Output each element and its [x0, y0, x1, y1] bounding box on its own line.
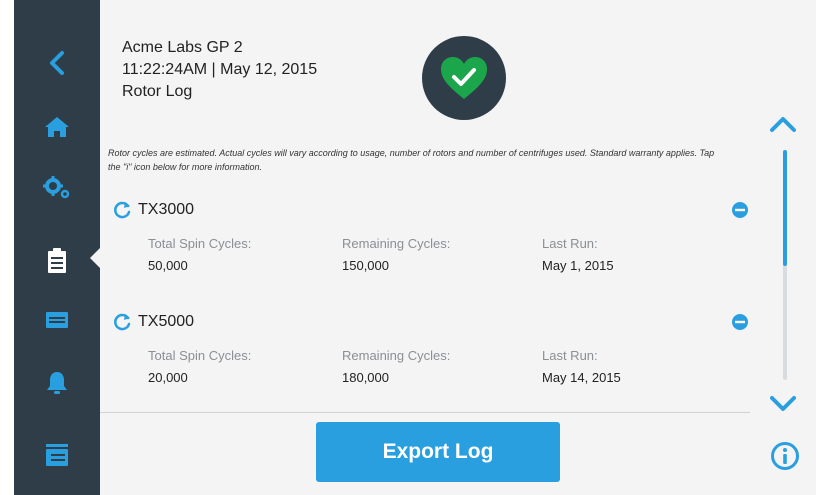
device-name: Acme Labs GP 2 — [122, 39, 243, 56]
remaining-cycles-value: 180,000 — [342, 370, 389, 385]
home-icon — [45, 117, 69, 137]
refresh-icon — [114, 201, 131, 219]
chevron-down-icon — [770, 396, 796, 411]
info-button[interactable] — [770, 441, 800, 471]
back-button[interactable] — [14, 35, 100, 91]
heart-check-icon — [441, 57, 487, 99]
rotor-name: TX5000 — [138, 313, 195, 330]
timestamp: 11:22:24AM | May 12, 2015 — [122, 61, 318, 78]
bell-icon — [47, 372, 67, 394]
left-margin — [0, 0, 14, 495]
device-tray-icon — [46, 312, 68, 328]
sidebar-item-devices[interactable] — [14, 292, 100, 348]
sidebar-item-home[interactable] — [14, 99, 100, 155]
total-cycles-value: 50,000 — [148, 258, 188, 273]
total-cycles-value: 20,000 — [148, 370, 188, 385]
scrollbar-thumb[interactable] — [783, 150, 787, 266]
stacked-files-icon — [46, 444, 68, 466]
chevron-up-icon — [770, 117, 796, 132]
main-panel: Acme Labs GP 2 11:22:24AM | May 12, 2015… — [100, 0, 816, 495]
status-badge — [422, 36, 506, 120]
rotor-entry: TX3000 Total Spin Cycles: 50,000 Remaini… — [112, 198, 762, 288]
rotor-entry: TX5000 Total Spin Cycles: 20,000 Remaini… — [112, 310, 762, 400]
last-run-value: May 14, 2015 — [542, 370, 621, 385]
last-run-label: Last Run: — [542, 236, 598, 251]
refresh-icon — [114, 313, 131, 331]
list-divider — [100, 412, 750, 413]
last-run-value: May 1, 2015 — [542, 258, 614, 273]
remove-rotor-button[interactable] — [730, 312, 750, 332]
remaining-cycles-label: Remaining Cycles: — [342, 236, 451, 251]
sidebar-item-alerts[interactable] — [14, 355, 100, 411]
sidebar-item-files[interactable] — [14, 427, 100, 483]
remaining-cycles-label: Remaining Cycles: — [342, 348, 451, 363]
gears-icon — [43, 176, 70, 199]
disclaimer-text: Rotor cycles are estimated. Actual cycle… — [108, 148, 715, 172]
page-title: Rotor Log — [122, 83, 193, 100]
scroll-up-button[interactable] — [768, 112, 798, 136]
total-cycles-label: Total Spin Cycles: — [148, 348, 252, 363]
clipboard-log-icon — [48, 248, 66, 273]
back-chevron-icon — [50, 51, 64, 75]
rotor-header: TX5000 — [112, 310, 194, 334]
export-log-button[interactable]: Export Log — [316, 422, 560, 482]
sidebar-item-settings[interactable] — [14, 160, 100, 216]
remaining-cycles-value: 150,000 — [342, 258, 389, 273]
sidebar-item-log[interactable] — [14, 233, 100, 289]
scroll-down-button[interactable] — [768, 392, 798, 416]
last-run-label: Last Run: — [542, 348, 598, 363]
rotor-header: TX3000 — [112, 198, 194, 222]
remove-rotor-button[interactable] — [730, 200, 750, 220]
rotor-name: TX3000 — [138, 201, 195, 218]
total-cycles-label: Total Spin Cycles: — [148, 236, 252, 251]
sidebar — [14, 0, 100, 495]
